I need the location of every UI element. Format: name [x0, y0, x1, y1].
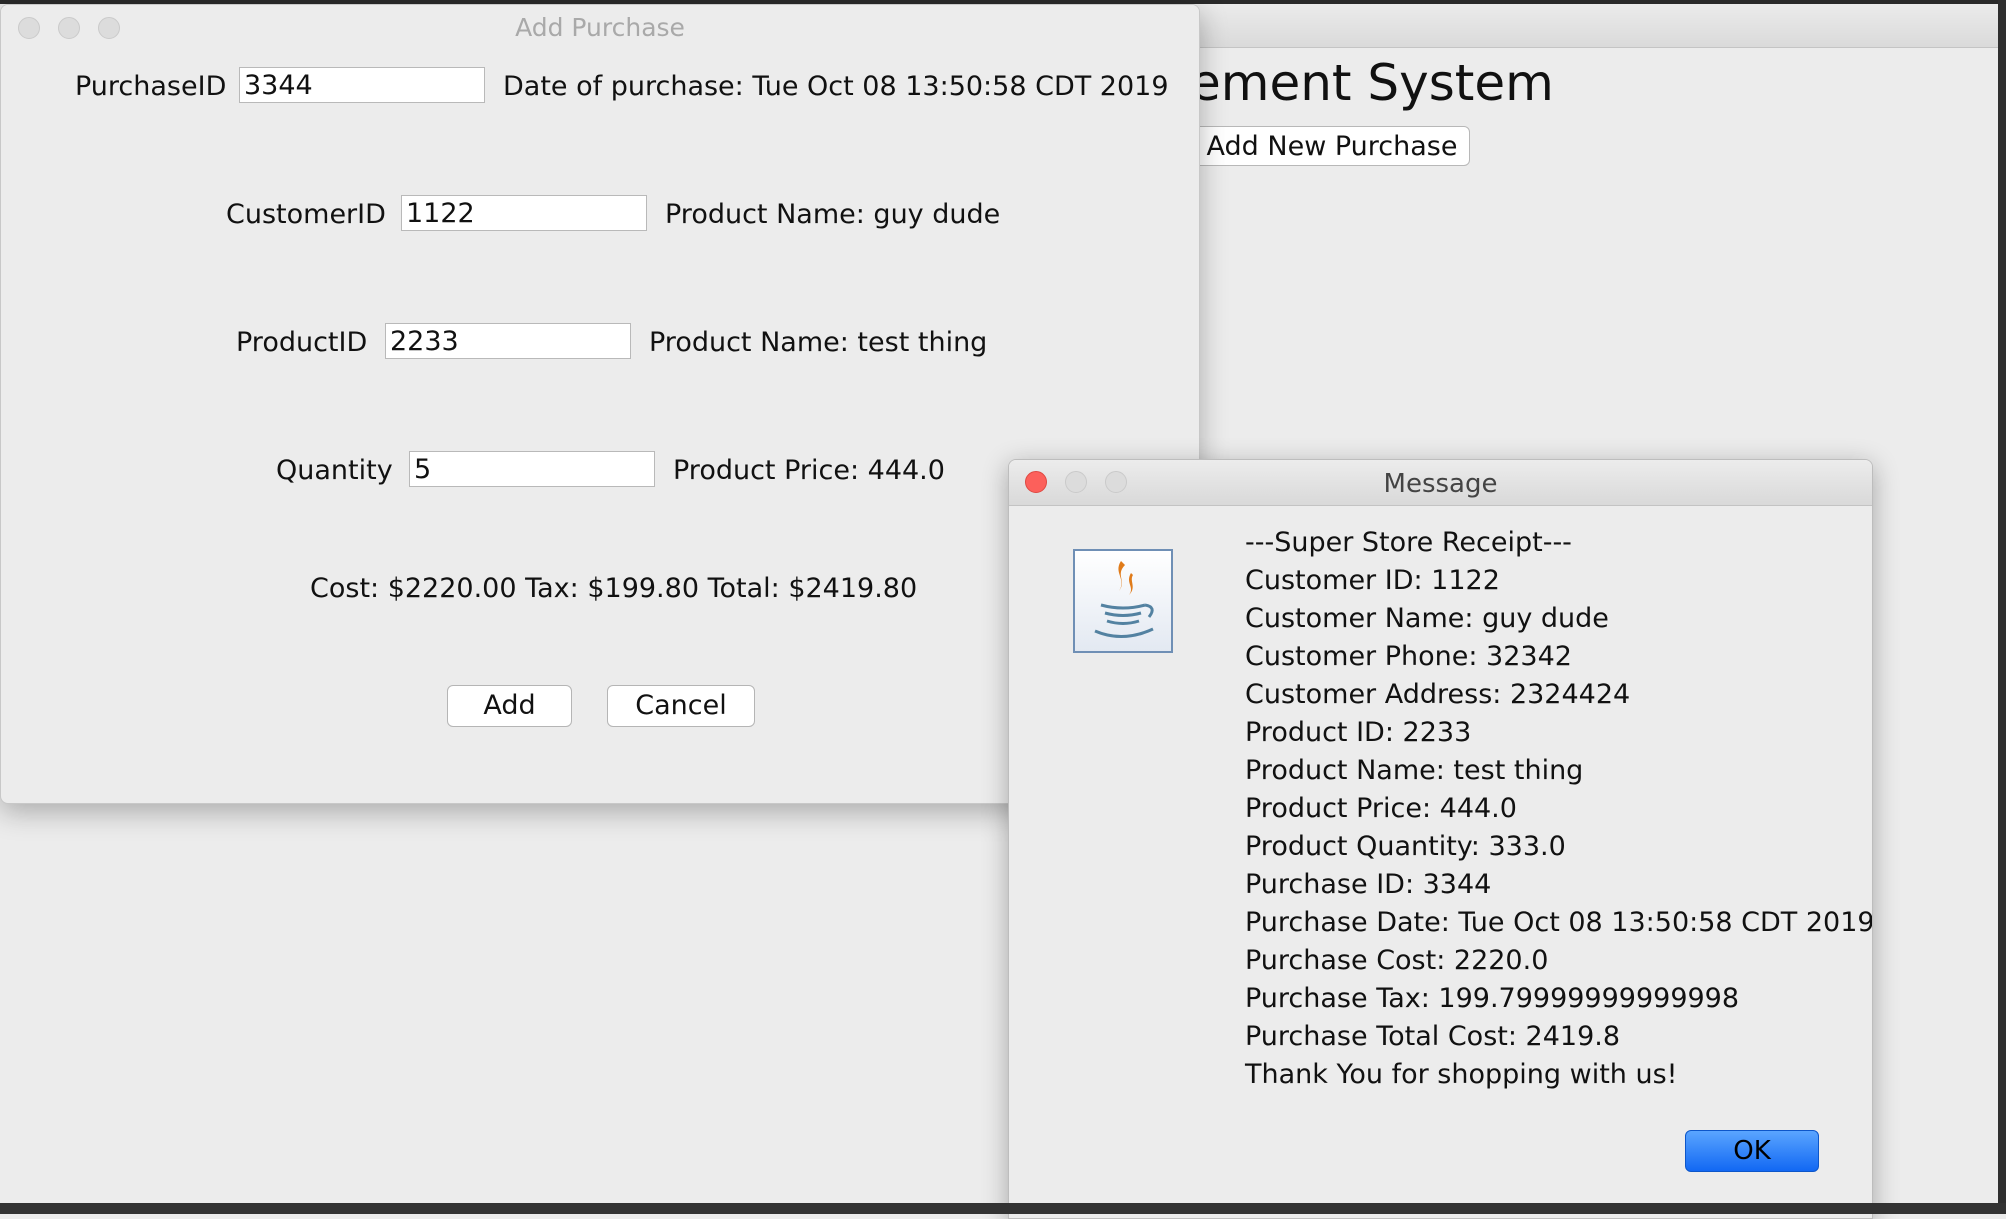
product-name-text: Product Name: test thing: [649, 327, 988, 358]
receipt-line: Customer Phone: 32342: [1245, 641, 1572, 672]
receipt-line: Purchase Tax: 199.79999999999998: [1245, 983, 1740, 1014]
purchase-id-label: PurchaseID: [75, 71, 227, 102]
receipt-line: ---Super Store Receipt---: [1245, 527, 1572, 558]
receipt-line: Customer ID: 1122: [1245, 565, 1500, 596]
desktop-bottom-edge: [0, 1203, 2006, 1214]
receipt-line: Product Name: test thing: [1245, 755, 1584, 786]
customer-id-field[interactable]: [401, 195, 647, 231]
purchase-date-text: Date of purchase: Tue Oct 08 13:50:58 CD…: [503, 71, 1169, 102]
add-purchase-title: Add Purchase: [515, 13, 685, 42]
add-purchase-titlebar: Add Purchase: [1, 5, 1199, 49]
receipt-line: Customer Name: guy dude: [1245, 603, 1609, 634]
receipt-line: Customer Address: 2324424: [1245, 679, 1631, 710]
receipt-line: Product Price: 444.0: [1245, 793, 1517, 824]
customer-name-text: Product Name: guy dude: [665, 199, 1001, 230]
receipt-text: ---Super Store Receipt--- Customer ID: 1…: [1245, 524, 1873, 1094]
receipt-line: Product Quantity: 333.0: [1245, 831, 1566, 862]
quantity-field[interactable]: [409, 451, 655, 487]
desktop-right-edge: [1998, 0, 2006, 1214]
receipt-line: Purchase Cost: 2220.0: [1245, 945, 1549, 976]
product-id-field[interactable]: [385, 323, 631, 359]
message-dialog: Message ---Super Store Receipt--- Custom…: [1008, 459, 1873, 1219]
customer-id-label: CustomerID: [226, 199, 386, 230]
receipt-line: Purchase Total Cost: 2419.8: [1245, 1021, 1621, 1052]
message-title: Message: [1383, 469, 1498, 499]
add-button[interactable]: Add: [447, 685, 572, 727]
product-price-text: Product Price: 444.0: [673, 455, 945, 486]
receipt-line: Product ID: 2233: [1245, 717, 1472, 748]
main-window-heading: ement System: [1190, 54, 1554, 112]
quantity-label: Quantity: [276, 455, 393, 486]
purchase-totals-text: Cost: $2220.00 Tax: $199.80 Total: $2419…: [310, 573, 918, 604]
java-cup-icon: [1073, 549, 1173, 653]
product-id-label: ProductID: [236, 327, 368, 358]
add-new-purchase-button[interactable]: Add New Purchase: [1194, 126, 1470, 166]
receipt-line: Purchase ID: 3344: [1245, 869, 1492, 900]
receipt-line: Thank You for shopping with us!: [1245, 1059, 1678, 1090]
ok-button[interactable]: OK: [1685, 1130, 1819, 1172]
main-window-titlebar: [1190, 4, 1998, 48]
message-titlebar: Message: [1009, 460, 1872, 506]
purchase-id-field[interactable]: [239, 67, 485, 103]
receipt-line: Purchase Date: Tue Oct 08 13:50:58 CDT 2…: [1245, 907, 1873, 938]
java-cup-graphic: [1094, 561, 1154, 638]
cancel-button[interactable]: Cancel: [607, 685, 755, 727]
